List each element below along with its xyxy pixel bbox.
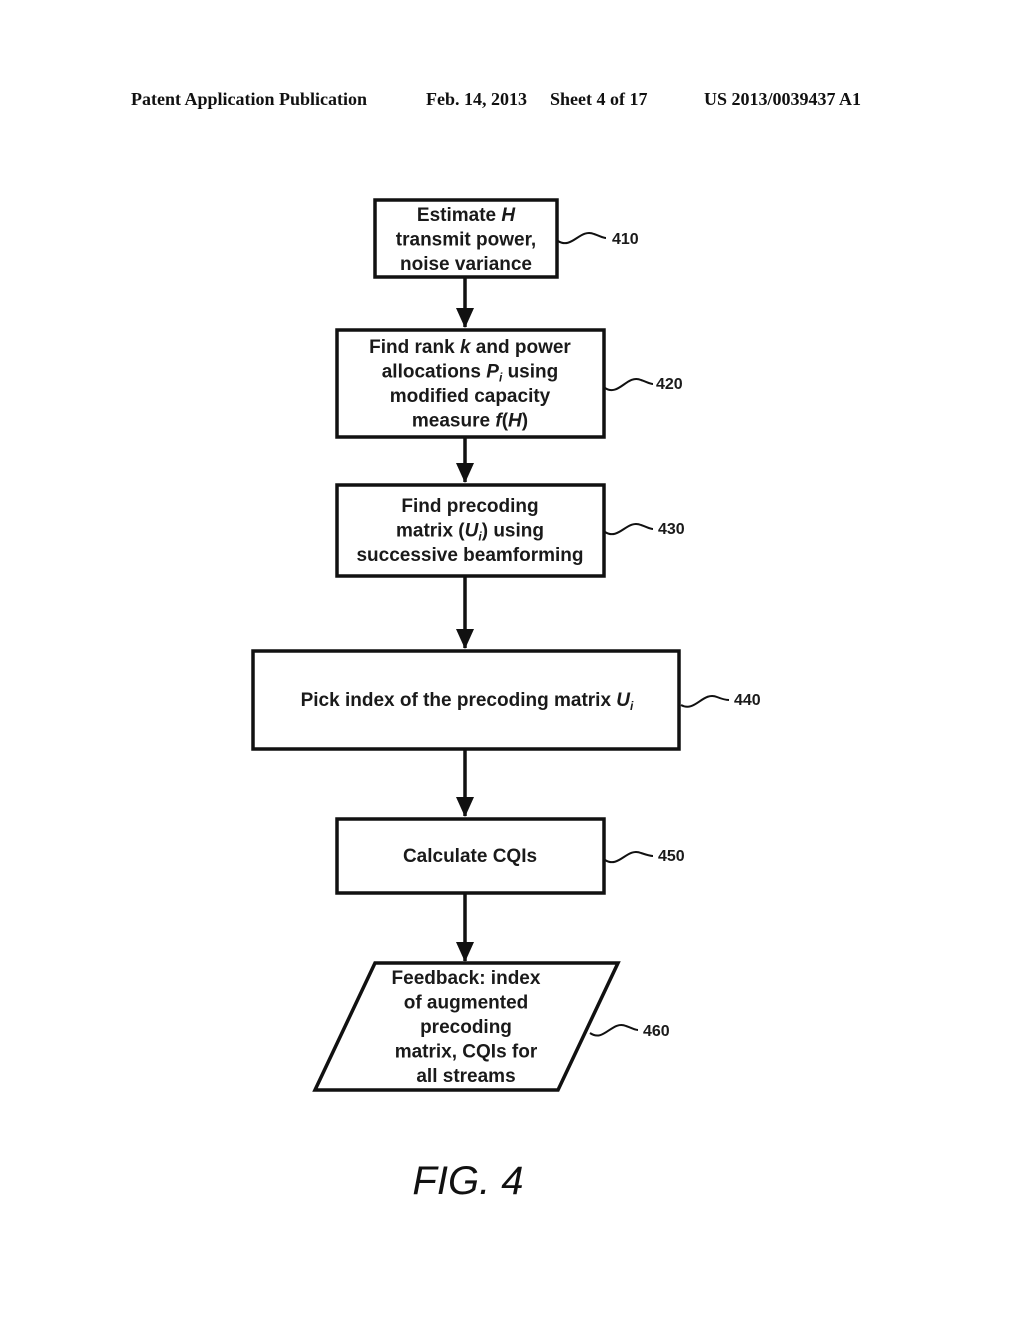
step-420: Find rank k and power allocations Pi usin… [335, 328, 683, 439]
ref-440: 440 [734, 692, 761, 709]
leader-line-460 [589, 1024, 639, 1037]
step-text-line: Pick index of the precoding matrix Ui [301, 690, 634, 713]
ref-410: 410 [612, 231, 639, 248]
text-run: Feedback: index [392, 968, 541, 989]
step-text-line: modified capacity [390, 386, 551, 407]
step-text-line: noise variance [400, 254, 532, 275]
step-text-line: Find rank k and power [369, 337, 571, 358]
step-text-line: all streams [416, 1066, 515, 1087]
text-run: Pick index of the precoding matrix [301, 690, 617, 711]
leader-line-420 [604, 378, 654, 391]
flowchart: Estimate Htransmit power, noise variance … [251, 198, 761, 1203]
text-run: all streams [416, 1066, 515, 1087]
leader-line-450 [604, 850, 654, 864]
text-run: modified capacity [390, 386, 551, 407]
text-run: matrix ( [396, 521, 465, 542]
text-run: P [486, 362, 499, 383]
step-text-line: Calculate CQIs [403, 846, 537, 867]
text-run: successive beamforming [356, 545, 583, 566]
step-410: Estimate Htransmit power, noise variance … [373, 198, 639, 279]
text-run: Estimate [417, 205, 501, 226]
step-440-text: Pick index of the precoding matrix Ui [301, 690, 634, 713]
ref-460: 460 [643, 1023, 670, 1040]
step-text-line: transmit power, [396, 230, 536, 251]
leader-line-410 [557, 231, 607, 245]
text-run: ) [522, 411, 528, 432]
text-run: Find rank [369, 337, 460, 358]
step-text-line: successive beamforming [356, 545, 583, 566]
step-text-line: of augmented [404, 993, 529, 1014]
arrowhead-430-440 [456, 629, 474, 649]
leader-line-440 [680, 694, 730, 708]
ref-450: 450 [658, 848, 685, 865]
figure-label: FIG. 4 [412, 1159, 523, 1203]
text-run: Find precoding [401, 496, 538, 517]
text-run: of augmented [404, 993, 529, 1014]
text-run: allocations [382, 362, 487, 383]
text-run: using [502, 362, 558, 383]
step-450: Calculate CQIs 450 [335, 817, 685, 895]
arrowhead-410-420 [456, 308, 474, 328]
text-run: noise variance [400, 254, 532, 275]
text-run: matrix, CQIs for [395, 1042, 538, 1063]
text-run: Calculate CQIs [403, 846, 537, 867]
text-run: and power [471, 337, 572, 358]
ref-430: 430 [658, 521, 685, 538]
ref-420: 420 [656, 376, 683, 393]
step-text-line: precoding [420, 1017, 512, 1038]
text-run: precoding [420, 1017, 512, 1038]
step-440: Pick index of the precoding matrix Ui 44… [251, 649, 761, 751]
text-run: ) using [482, 521, 544, 542]
step-450-text: Calculate CQIs [403, 846, 537, 867]
step-text-line: matrix, CQIs for [395, 1042, 538, 1063]
step-text-line: allocations Pi using [382, 362, 559, 385]
leader-line-430 [604, 522, 654, 536]
arrowhead-450-460 [456, 942, 474, 962]
arrowhead-440-450 [456, 797, 474, 817]
text-run: transmit power, [396, 230, 536, 251]
arrowhead-420-430 [456, 463, 474, 483]
step-text-line: Feedback: index [392, 968, 541, 989]
text-run: H [501, 205, 516, 226]
step-text-line: Estimate H [417, 205, 516, 226]
step-text-line: measure f(H) [412, 411, 528, 432]
step-430: Find precoding matrix (Ui) using successiv… [335, 483, 685, 578]
text-run: measure [412, 411, 495, 432]
step-text-line: matrix (Ui) using [396, 521, 544, 544]
step-text-line: Find precoding [401, 496, 538, 517]
step-460: Feedback: index of augmented precoding matr… [312, 961, 670, 1092]
